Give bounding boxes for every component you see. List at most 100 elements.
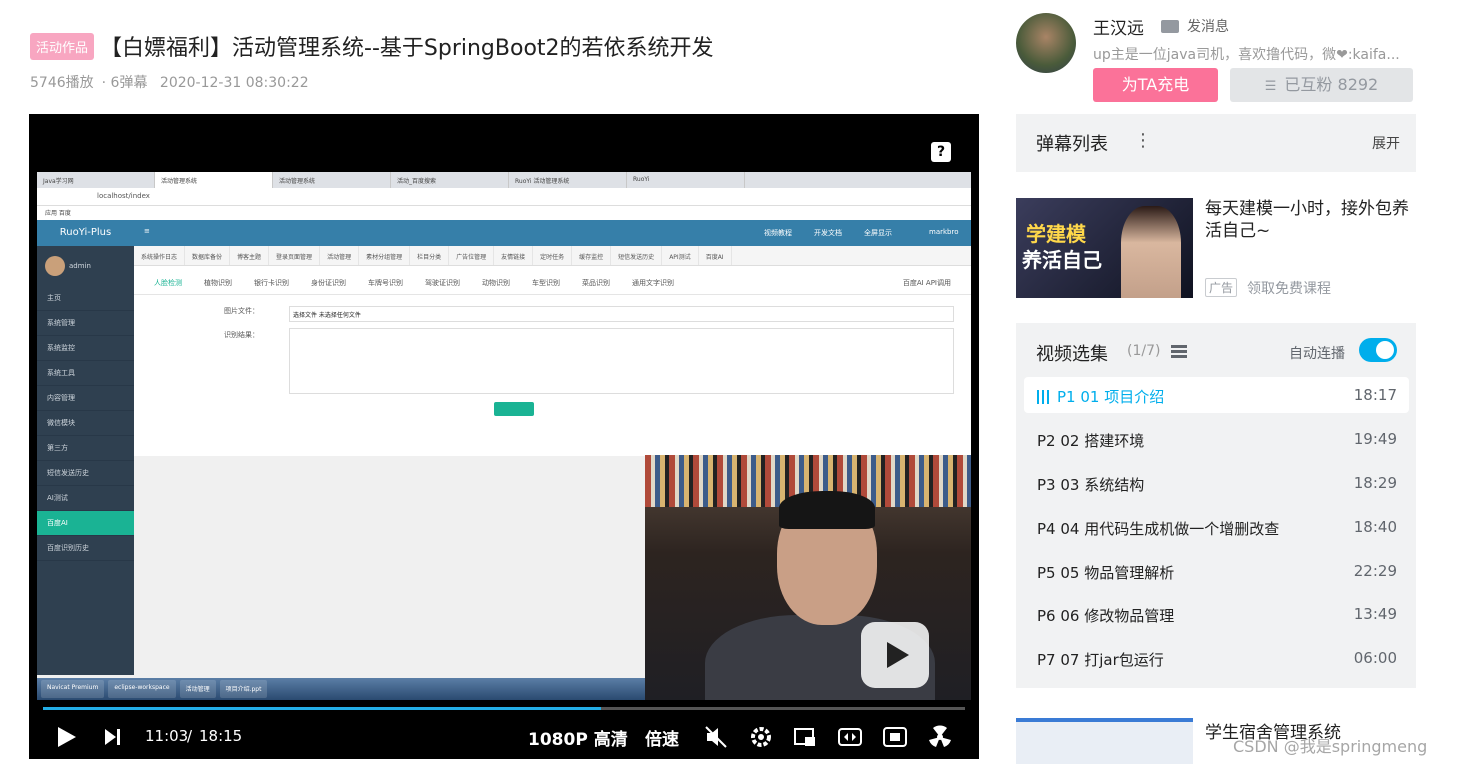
current-time: 11:03 bbox=[145, 727, 189, 745]
sub-tab: 车型识别 bbox=[532, 279, 560, 287]
result-textarea bbox=[289, 328, 954, 394]
play-icon[interactable] bbox=[55, 726, 77, 748]
app-tab: API测试 bbox=[662, 246, 699, 265]
episode-label: P7 07 打jar包运行 bbox=[1037, 651, 1164, 669]
sub-tab: 通用文字识别 bbox=[632, 279, 674, 287]
image-label: 图片文件： bbox=[224, 307, 259, 315]
uploader-avatar[interactable] bbox=[1016, 13, 1076, 73]
widescreen-icon[interactable] bbox=[838, 726, 862, 748]
ad-link[interactable]: 领取免费课程 bbox=[1247, 278, 1331, 298]
top-link: 开发文档 bbox=[814, 229, 842, 237]
file-input: 选择文件 未选择任何文件 bbox=[289, 306, 954, 322]
more-icon[interactable]: ⋮ bbox=[1134, 130, 1152, 151]
app-tab: 系统操作日志 bbox=[134, 246, 186, 265]
ad-title[interactable]: 每天建模一小时，接外包养活自己~ bbox=[1205, 198, 1420, 242]
ruoyi-sidebar: RuoYi-Plus admin 主页 系统管理 系统监控 系统工具 内容管理 … bbox=[37, 220, 134, 675]
pip-icon[interactable] bbox=[793, 726, 817, 748]
video-meta: 5746播放 · 6弹幕 2020-12-31 08:30:22 bbox=[30, 75, 309, 91]
list-icon[interactable] bbox=[1171, 345, 1187, 358]
progress-bar[interactable] bbox=[43, 707, 965, 710]
episode-duration: 22:29 bbox=[1353, 562, 1397, 580]
episode-item[interactable]: P4 04 用代码生成机做一个增删改查 18:40 bbox=[1024, 509, 1409, 545]
send-message-link[interactable]: 发消息 bbox=[1161, 16, 1229, 36]
activity-tag[interactable]: 活动作品 bbox=[30, 32, 95, 60]
player-controls: 11:03 / 18:15 1080P 高清 倍速 bbox=[29, 719, 979, 759]
ad-figure bbox=[1121, 206, 1181, 298]
autoplay-toggle[interactable] bbox=[1359, 338, 1397, 362]
sub-tab: 驾驶证识别 bbox=[425, 279, 460, 287]
episode-label: P3 03 系统结构 bbox=[1037, 476, 1145, 494]
danmaku-list-header[interactable]: 弹幕列表 ⋮ 展开 bbox=[1016, 114, 1416, 172]
app-tab: 定时任务 bbox=[533, 246, 573, 265]
playing-icon bbox=[1037, 390, 1051, 404]
video-player[interactable]: ? Java学习网 活动管理系统 活动管理系统 活动_百度搜索 RuoYi 活动… bbox=[29, 114, 979, 759]
app-tab: 广告位管理 bbox=[449, 246, 495, 265]
episode-item[interactable]: P7 07 打jar包运行 06:00 bbox=[1024, 640, 1409, 676]
taskbar-item: 项目介绍.ppt bbox=[219, 680, 268, 698]
autoplay-label: 自动连播 bbox=[1289, 346, 1345, 362]
menu-item: 内容管理 bbox=[37, 386, 134, 411]
menu-item: 系统管理 bbox=[37, 311, 134, 336]
follow-label: 已互粉 8292 bbox=[1284, 75, 1379, 94]
browser-tab: 活动管理系统 bbox=[273, 172, 391, 188]
episode-item[interactable]: P3 03 系统结构 18:29 bbox=[1024, 465, 1409, 501]
video-series: 视频选集 (1/7) 自动连播 P1 01 项目介绍 18:17 P2 02 搭… bbox=[1016, 323, 1416, 688]
series-count: (1/7) bbox=[1127, 343, 1161, 359]
episode-item[interactable]: P6 06 修改物品管理 13:49 bbox=[1024, 596, 1409, 632]
quality-button[interactable]: 1080P 高清 bbox=[528, 725, 628, 750]
submit-button bbox=[494, 402, 534, 416]
video-frame: Java学习网 活动管理系统 活动管理系统 活动_百度搜索 RuoYi 活动管理… bbox=[37, 172, 971, 700]
windows-taskbar: Navicat Premium eclipse-workspace 活动管理 项… bbox=[37, 678, 645, 700]
recommend-thumbnail[interactable] bbox=[1016, 718, 1193, 764]
danmaku-list-title: 弹幕列表 bbox=[1036, 134, 1108, 155]
big-play-button[interactable] bbox=[861, 622, 929, 688]
menu-item: 主页 bbox=[37, 286, 134, 311]
episode-item[interactable]: P2 02 搭建环境 19:49 bbox=[1024, 421, 1409, 457]
danmaku-icon[interactable]: ? bbox=[931, 142, 951, 162]
sub-tab: 车牌号识别 bbox=[368, 279, 403, 287]
uploader-name[interactable]: 王汉远 bbox=[1093, 14, 1144, 39]
menu-item: 百度AI bbox=[37, 511, 134, 536]
result-label: 识别结果： bbox=[224, 331, 259, 339]
app-tab: 素材分组管理 bbox=[359, 246, 411, 265]
radiation-icon[interactable] bbox=[928, 725, 952, 749]
expand-button[interactable]: 展开 bbox=[1372, 133, 1400, 153]
follow-button[interactable]: ☰ 已互粉 8292 bbox=[1230, 68, 1413, 102]
episode-label: P6 06 修改物品管理 bbox=[1037, 607, 1175, 625]
sub-tab: 人脸检测 bbox=[154, 279, 182, 287]
bookmarks-bar: 应用 百度 bbox=[37, 206, 971, 220]
menu-item: 微信模块 bbox=[37, 411, 134, 436]
speed-button[interactable]: 倍速 bbox=[645, 725, 679, 750]
episode-item[interactable]: P5 05 物品管理解析 22:29 bbox=[1024, 553, 1409, 589]
app-tab: 短信发送历史 bbox=[611, 246, 663, 265]
taskbar-item: Navicat Premium bbox=[41, 680, 105, 698]
danmaku-count: 6弹幕 bbox=[110, 75, 148, 91]
video-title-row: 活动作品 【白嫖福利】活动管理系统--基于SpringBoot2的若依系统开发 bbox=[30, 30, 714, 62]
sub-tab: 银行卡识别 bbox=[254, 279, 289, 287]
top-link: 全屏显示 bbox=[864, 229, 892, 237]
episode-duration: 06:00 bbox=[1353, 649, 1397, 667]
menu-item: AI测试 bbox=[37, 486, 134, 511]
episode-label: P5 05 物品管理解析 bbox=[1037, 564, 1175, 582]
top-link: 视频教程 bbox=[764, 229, 792, 237]
ad-tag: 广告 bbox=[1205, 278, 1238, 297]
ad-image-line2: 养活自己 bbox=[1022, 248, 1102, 272]
top-link: markbro bbox=[929, 228, 959, 236]
play-count: 5746播放 bbox=[30, 75, 94, 91]
ruoyi-topbar: ≡ 视频教程 开发文档 全屏显示 markbro bbox=[134, 220, 971, 246]
menu-item: 系统工具 bbox=[37, 361, 134, 386]
ai-subtabs: 人脸检测 植物识别 银行卡识别 身份证识别 车牌号识别 驾驶证识别 动物识别 车… bbox=[134, 266, 971, 295]
menu-item: 第三方 bbox=[37, 436, 134, 461]
browser-tab: 活动管理系统 bbox=[155, 172, 273, 188]
browser-tab: Java学习网 bbox=[37, 172, 155, 188]
settings-icon[interactable] bbox=[749, 725, 773, 749]
next-icon[interactable] bbox=[103, 728, 123, 746]
mail-icon bbox=[1161, 19, 1179, 33]
mute-icon[interactable] bbox=[704, 725, 728, 749]
fullscreen-icon[interactable] bbox=[883, 726, 907, 748]
episode-item[interactable]: P1 01 项目介绍 18:17 bbox=[1024, 377, 1409, 413]
sub-tab: 植物识别 bbox=[204, 279, 232, 287]
episode-label: P2 02 搭建环境 bbox=[1037, 432, 1145, 450]
charge-button[interactable]: 为TA充电 bbox=[1093, 68, 1218, 102]
ad-thumbnail[interactable]: 学建模 养活自己 bbox=[1016, 198, 1193, 298]
